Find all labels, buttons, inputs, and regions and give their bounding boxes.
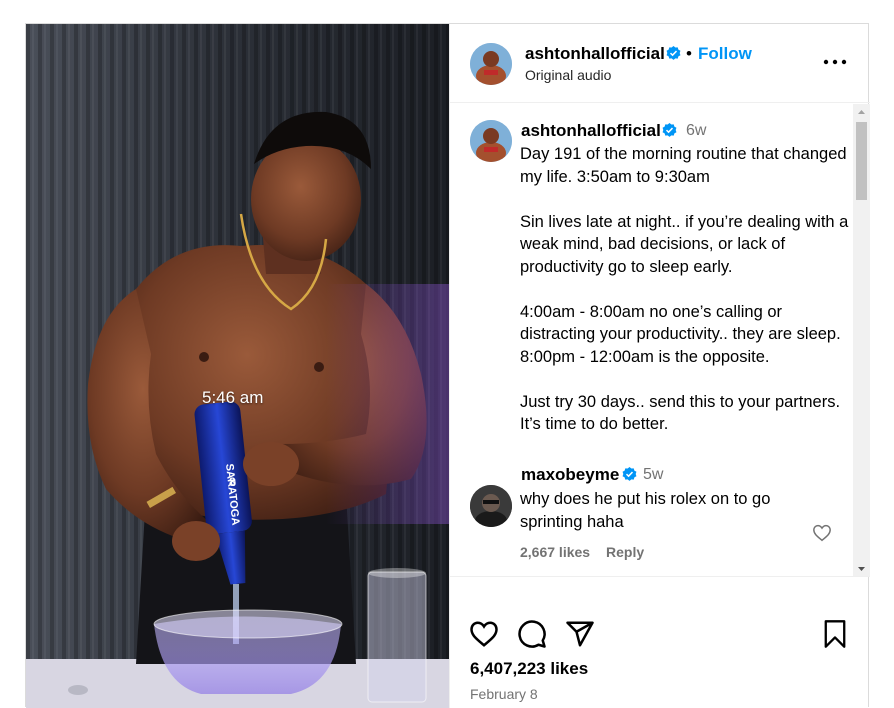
comments-scrollbar[interactable] xyxy=(853,104,870,577)
heart-icon[interactable] xyxy=(469,620,499,648)
post-photo: SARATOGA 8 xyxy=(26,24,449,708)
caption-timestamp[interactable]: 6w xyxy=(686,122,706,140)
caption-username[interactable]: ashtonhallofficial xyxy=(521,121,661,141)
post-header: ashtonhallofficial • Follow Original aud… xyxy=(450,24,870,103)
bottle-number: 8 xyxy=(229,475,236,489)
scroll-up-arrow-icon[interactable] xyxy=(853,104,870,121)
author-username[interactable]: ashtonhallofficial xyxy=(525,44,665,64)
verified-badge-icon xyxy=(662,123,677,137)
comment-icon[interactable] xyxy=(517,619,547,649)
share-icon[interactable] xyxy=(565,619,595,649)
avatar-image xyxy=(470,43,512,85)
post-modal: SARATOGA 8 5:46 am ashtonhallofficial • … xyxy=(25,23,870,708)
author-avatar[interactable] xyxy=(470,43,512,85)
audio-label[interactable]: Original audio xyxy=(525,67,611,83)
comment-timestamp[interactable]: 5w xyxy=(643,466,663,484)
verified-badge-icon xyxy=(622,467,637,481)
commenter-avatar[interactable] xyxy=(470,485,512,527)
comment-likes-count[interactable]: 2,667 likes xyxy=(520,544,590,560)
scrollbar-thumb[interactable] xyxy=(856,122,867,200)
post-date[interactable]: February 8 xyxy=(470,686,538,702)
comment-text: why does he put his rolex on to go sprin… xyxy=(520,490,771,531)
comment-username[interactable]: maxobeyme xyxy=(521,465,619,485)
bookmark-icon[interactable] xyxy=(821,619,849,649)
header-separator: • xyxy=(686,44,692,63)
scroll-down-arrow-icon[interactable] xyxy=(853,560,870,577)
comments-section[interactable]: ashtonhallofficial 6w Day 191 of the mor… xyxy=(450,104,870,577)
verified-badge-icon xyxy=(666,46,681,60)
more-options-icon[interactable] xyxy=(820,52,850,72)
photo-time-overlay: 5:46 am xyxy=(202,388,264,407)
comment-reply-button[interactable]: Reply xyxy=(606,544,644,560)
post-likes-count[interactable]: 6,407,223 likes xyxy=(470,659,588,679)
avatar-image xyxy=(470,485,512,527)
caption-author-avatar[interactable] xyxy=(470,120,512,162)
comment-heart-icon[interactable] xyxy=(812,524,832,542)
post-actions: 6,407,223 likes February 8 xyxy=(450,577,870,708)
post-side-panel: ashtonhallofficial • Follow Original aud… xyxy=(449,24,870,708)
follow-button[interactable]: Follow xyxy=(698,44,752,64)
avatar-image xyxy=(470,120,512,162)
caption-text: Day 191 of the morning routine that chan… xyxy=(520,145,849,433)
post-media[interactable]: SARATOGA 8 5:46 am xyxy=(26,24,449,708)
